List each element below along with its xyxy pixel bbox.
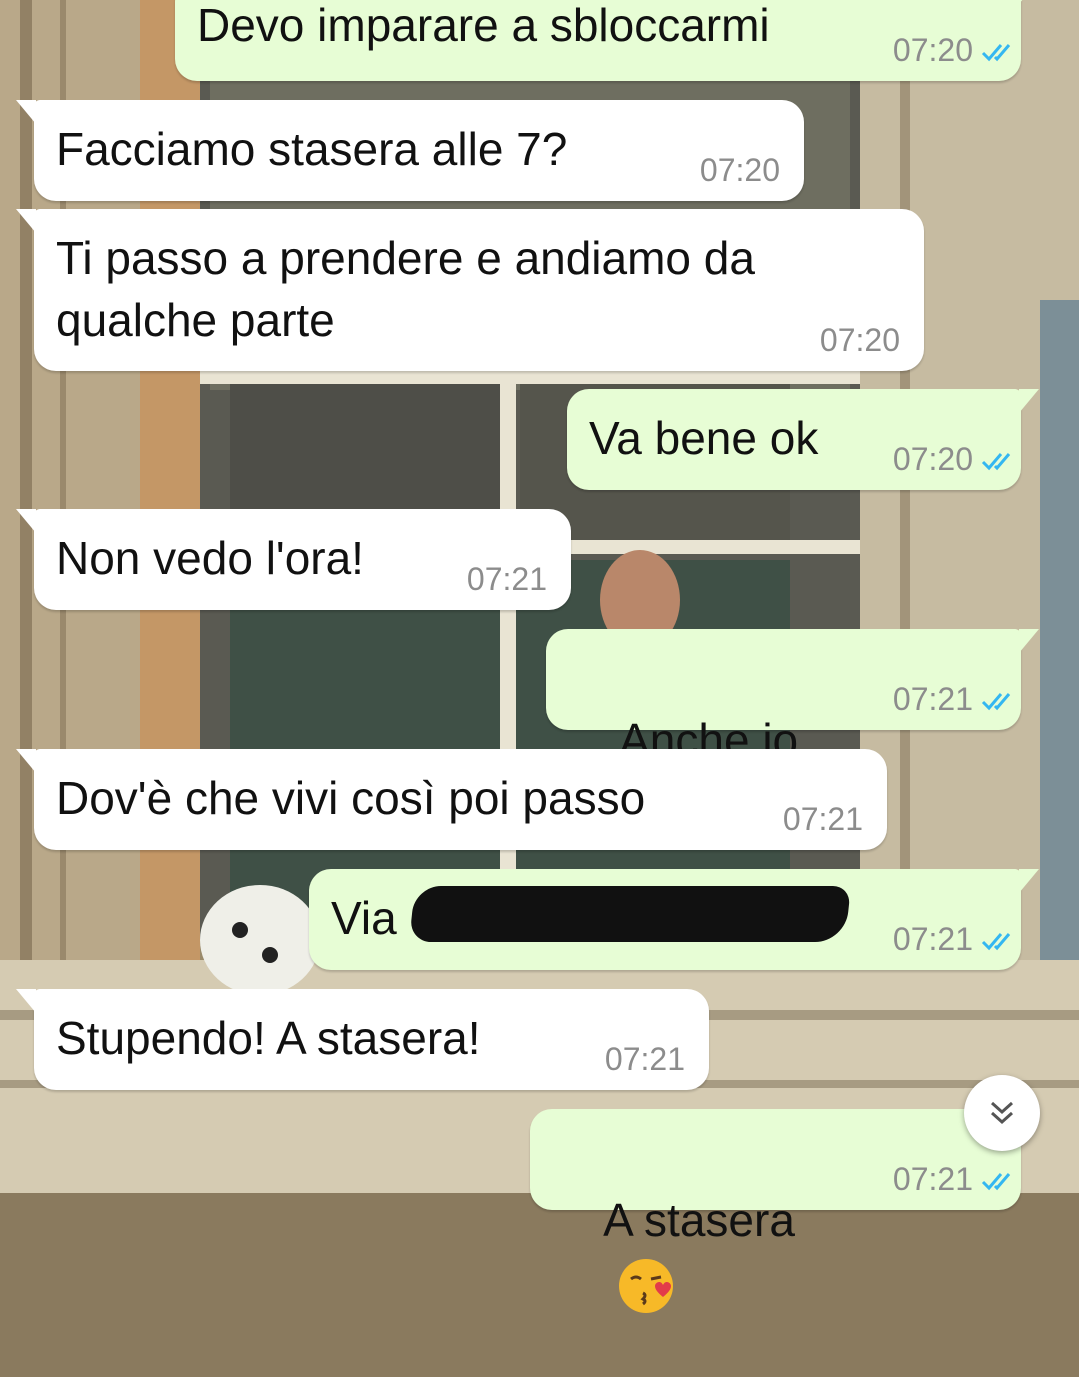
double-check-read-icon <box>981 693 1011 711</box>
message-outgoing-5[interactable]: A stasera 07:21 <box>530 1109 1039 1313</box>
message-time: 07:21 <box>892 921 973 957</box>
message-text: Ti passo a prendere e andiamo da qualche… <box>56 232 755 346</box>
message-incoming-3[interactable]: Non vedo l'ora! 07:21 <box>16 509 571 610</box>
message-incoming-5[interactable]: Stupendo! A stasera! 07:21 <box>16 989 709 1090</box>
message-time: 07:21 <box>782 801 863 837</box>
message-time: 07:21 <box>892 1161 973 1197</box>
message-text: Non vedo l'ora! <box>56 532 364 584</box>
message-incoming-1[interactable]: Facciamo stasera alle 7? 07:20 <box>16 100 804 201</box>
double-check-read-icon <box>981 44 1011 62</box>
message-outgoing-3[interactable]: Anche io 07:21 <box>546 629 1039 830</box>
message-time: 07:21 <box>892 681 973 717</box>
double-chevron-down-icon <box>990 1101 1014 1125</box>
message-time: 07:21 <box>466 561 547 597</box>
message-outgoing-1[interactable]: Devo imparare a sbloccarmi 07:20 <box>175 0 1039 81</box>
message-text: Dov'è che vivi così poi passo <box>56 772 646 824</box>
face-blowing-kiss-icon <box>619 1258 674 1313</box>
message-text: Va bene ok <box>589 412 819 464</box>
message-incoming-4[interactable]: Dov'è che vivi così poi passo 07:21 <box>16 749 887 850</box>
message-time: 07:21 <box>604 1041 685 1077</box>
scroll-to-bottom-button[interactable] <box>964 1075 1040 1151</box>
redaction-mark <box>409 886 851 942</box>
message-text: Devo imparare a sbloccarmi <box>197 0 770 51</box>
double-check-read-icon <box>981 453 1011 471</box>
message-time: 07:20 <box>892 32 973 68</box>
message-outgoing-2[interactable]: Va bene ok 07:20 <box>567 389 1039 490</box>
message-text-label: A stasera <box>603 1194 795 1246</box>
message-time: 07:20 <box>819 322 900 358</box>
double-check-read-icon <box>981 933 1011 951</box>
message-text: Facciamo stasera alle 7? <box>56 123 568 175</box>
message-text: Stupendo! A stasera! <box>56 1012 481 1064</box>
message-text: A stasera <box>552 1127 795 1377</box>
double-check-read-icon <box>981 1173 1011 1191</box>
message-time: 07:20 <box>699 152 780 188</box>
message-incoming-2[interactable]: Ti passo a prendere e andiamo da qualche… <box>16 209 924 371</box>
message-text: Via <box>331 892 397 944</box>
message-time: 07:20 <box>892 441 973 477</box>
